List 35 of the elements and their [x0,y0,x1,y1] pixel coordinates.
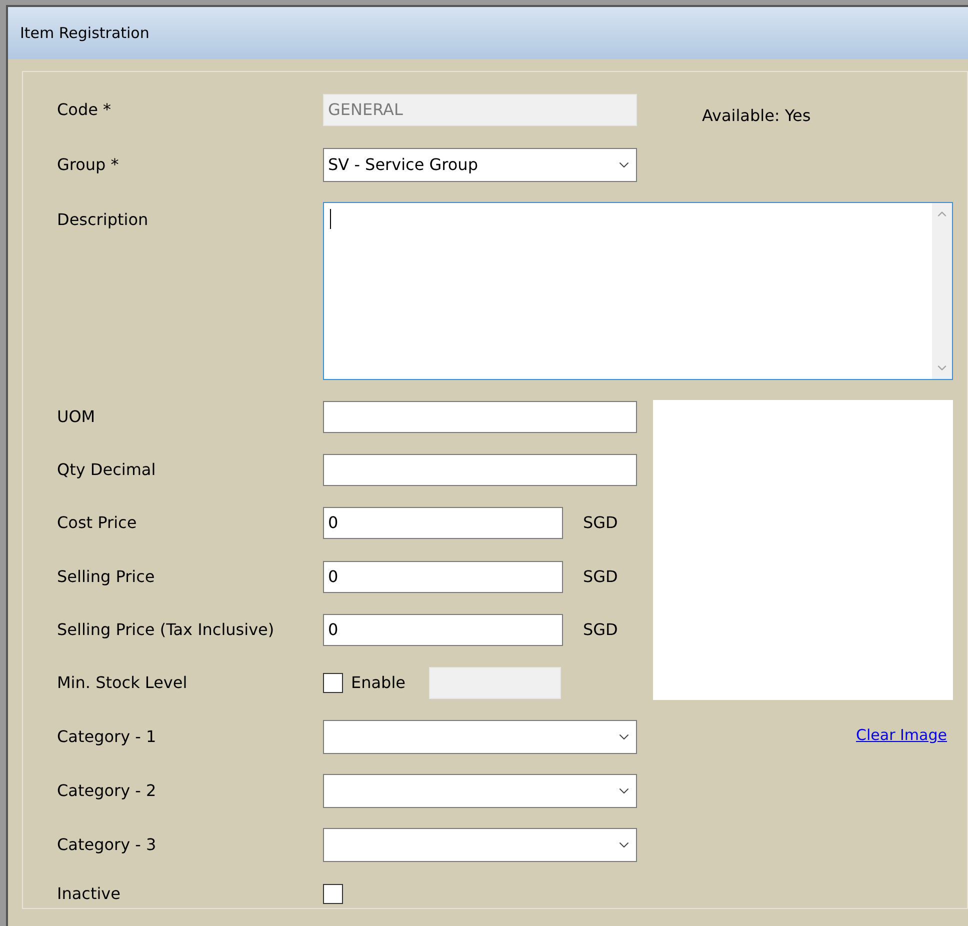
description-field[interactable] [323,202,953,380]
dropdown[interactable] [323,774,637,808]
price-field[interactable]: 0 [323,614,563,646]
field-label: Inactive [57,883,122,905]
field-label: Code * [57,99,112,121]
checkbox-label: Enable [351,672,406,694]
clear-image-link[interactable]: Clear Image [856,724,947,746]
field-label: Min. Stock Level [57,672,188,694]
text-cursor [330,209,331,229]
field-label: Description [57,209,150,231]
field-label: Selling Price [57,566,156,588]
stock-level-field[interactable] [429,667,561,700]
price-field[interactable]: 0 [323,507,563,540]
currency-label: SGD [583,566,618,588]
field-label: Qty Decimal [57,458,157,481]
scrollbar[interactable] [932,203,952,379]
field-label: Category - 1 [57,726,158,748]
currency-label: SGD [583,618,618,641]
field-label: Group * [57,154,120,176]
checkbox[interactable] [323,673,343,694]
field-label: UOM [57,406,96,428]
field-label: Cost Price [57,512,138,534]
currency-label: SGD [583,512,618,534]
text-field[interactable] [323,454,637,486]
field-label: Category - 2 [57,780,158,802]
checkbox[interactable] [323,884,343,904]
field-label: Selling Price (Tax Inclusive) [57,618,276,641]
dropdown[interactable] [323,720,637,754]
field-label: Category - 3 [57,834,158,856]
dropdown[interactable] [323,828,637,862]
window-title: Item Registration [20,22,150,44]
price-field[interactable]: 0 [323,560,563,593]
availability-status: Available: Yes [702,105,812,127]
text-field[interactable] [323,400,637,433]
dropdown[interactable]: SV - Service Group [323,148,637,182]
